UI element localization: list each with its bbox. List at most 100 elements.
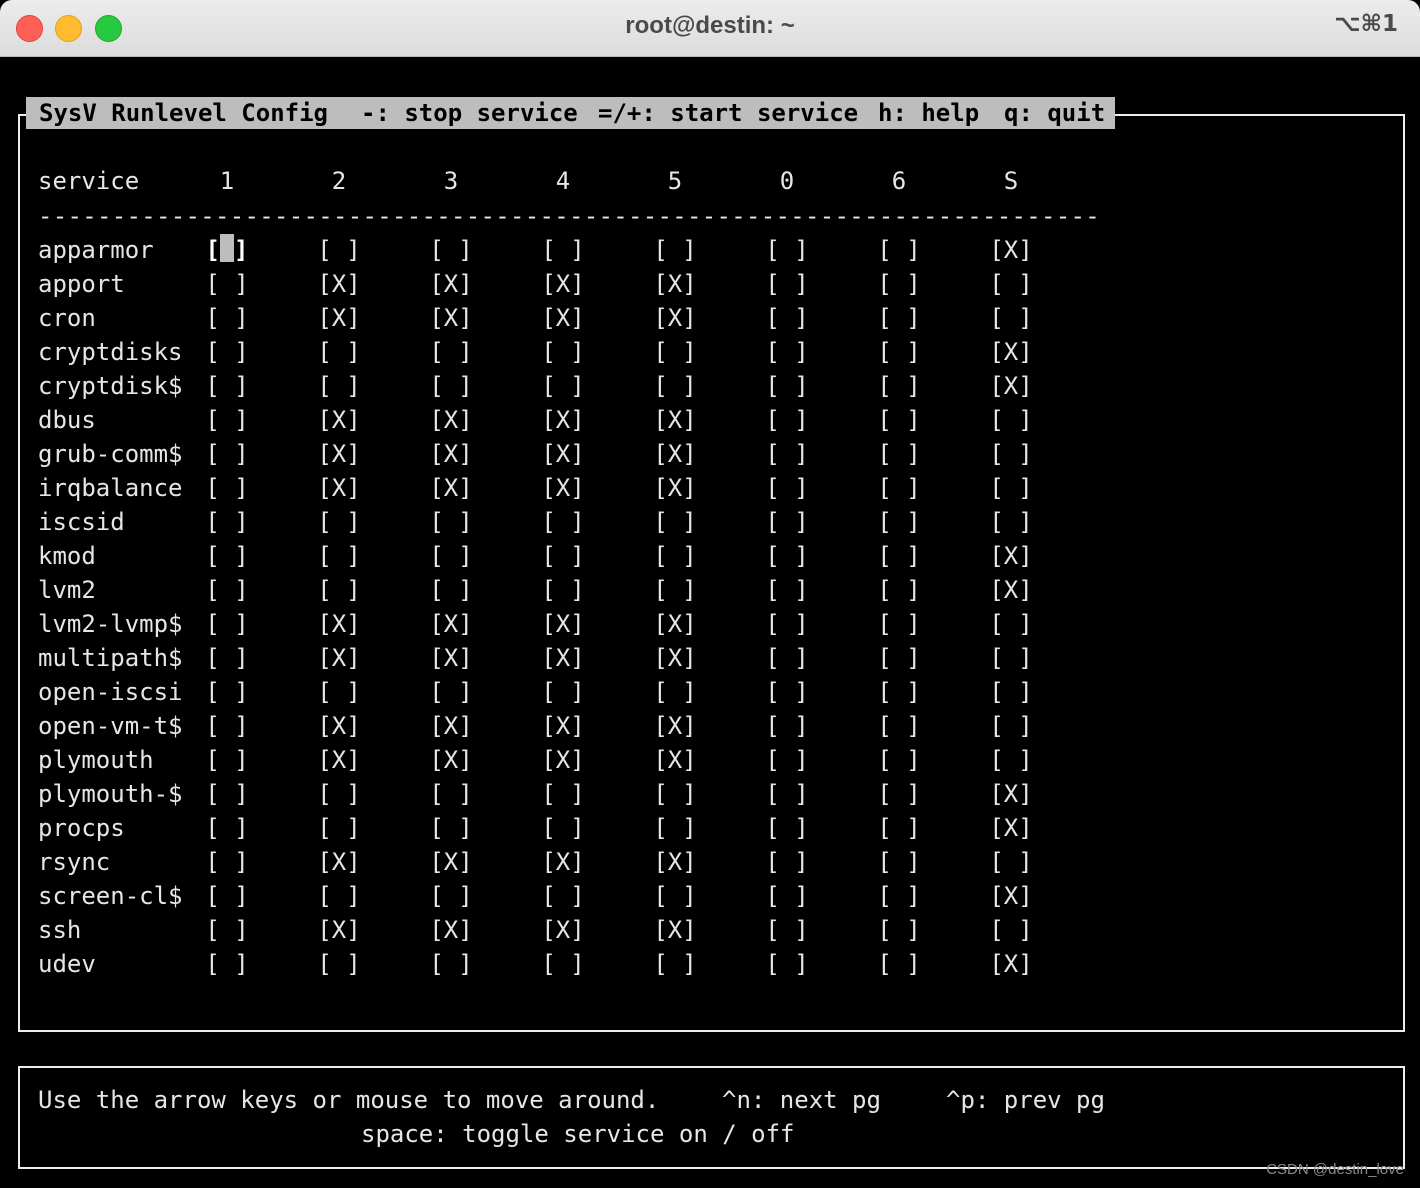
- runlevel-toggle-4[interactable]: [ ]: [533, 948, 593, 980]
- runlevel-toggle-6[interactable]: [ ]: [869, 234, 929, 266]
- runlevel-toggle-0[interactable]: [ ]: [757, 268, 817, 300]
- runlevel-toggle-6[interactable]: [ ]: [869, 812, 929, 844]
- runlevel-toggle-4[interactable]: [ ]: [533, 370, 593, 402]
- runlevel-toggle-2[interactable]: [ ]: [309, 778, 369, 810]
- runlevel-toggle-4[interactable]: [X]: [533, 846, 593, 878]
- runlevel-toggle-6[interactable]: [ ]: [869, 642, 929, 674]
- runlevel-toggle-4[interactable]: [X]: [533, 302, 593, 334]
- runlevel-toggle-4[interactable]: [ ]: [533, 336, 593, 368]
- runlevel-toggle-6[interactable]: [ ]: [869, 472, 929, 504]
- runlevel-toggle-6[interactable]: [ ]: [869, 540, 929, 572]
- runlevel-toggle-0[interactable]: [ ]: [757, 948, 817, 980]
- runlevel-toggle-5[interactable]: [ ]: [645, 948, 705, 980]
- runlevel-toggle-6[interactable]: [ ]: [869, 438, 929, 470]
- runlevel-toggle-2[interactable]: [X]: [309, 744, 369, 776]
- runlevel-toggle-6[interactable]: [ ]: [869, 676, 929, 708]
- runlevel-toggle-2[interactable]: [X]: [309, 268, 369, 300]
- runlevel-toggle-5[interactable]: [X]: [645, 744, 705, 776]
- runlevel-toggle-5[interactable]: [ ]: [645, 880, 705, 912]
- runlevel-toggle-1[interactable]: [ ]: [197, 404, 257, 436]
- runlevel-toggle-2[interactable]: [ ]: [309, 812, 369, 844]
- runlevel-toggle-4[interactable]: [ ]: [533, 540, 593, 572]
- runlevel-toggle-3[interactable]: [ ]: [421, 506, 481, 538]
- runlevel-toggle-0[interactable]: [ ]: [757, 778, 817, 810]
- runlevel-toggle-4[interactable]: [X]: [533, 608, 593, 640]
- runlevel-toggle-2[interactable]: [X]: [309, 438, 369, 470]
- runlevel-toggle-5[interactable]: [X]: [645, 642, 705, 674]
- runlevel-toggle-1[interactable]: [ ]: [197, 438, 257, 470]
- runlevel-toggle-5[interactable]: [X]: [645, 914, 705, 946]
- runlevel-toggle-6[interactable]: [ ]: [869, 846, 929, 878]
- runlevel-toggle-0[interactable]: [ ]: [757, 914, 817, 946]
- runlevel-toggle-S[interactable]: [ ]: [981, 608, 1041, 640]
- runlevel-toggle-4[interactable]: [X]: [533, 438, 593, 470]
- runlevel-toggle-S[interactable]: [ ]: [981, 642, 1041, 674]
- runlevel-toggle-6[interactable]: [ ]: [869, 506, 929, 538]
- runlevel-toggle-2[interactable]: [ ]: [309, 370, 369, 402]
- runlevel-toggle-0[interactable]: [ ]: [757, 642, 817, 674]
- runlevel-toggle-5[interactable]: [ ]: [645, 540, 705, 572]
- runlevel-toggle-0[interactable]: [ ]: [757, 234, 817, 266]
- runlevel-toggle-1[interactable]: [ ]: [197, 540, 257, 572]
- runlevel-toggle-3[interactable]: [ ]: [421, 234, 481, 266]
- runlevel-toggle-6[interactable]: [ ]: [869, 370, 929, 402]
- runlevel-toggle-3[interactable]: [X]: [421, 404, 481, 436]
- runlevel-toggle-4[interactable]: [ ]: [533, 778, 593, 810]
- runlevel-toggle-1[interactable]: [ ]: [197, 744, 257, 776]
- runlevel-toggle-S[interactable]: [X]: [981, 948, 1041, 980]
- runlevel-toggle-6[interactable]: [ ]: [869, 778, 929, 810]
- runlevel-toggle-6[interactable]: [ ]: [869, 574, 929, 606]
- runlevel-toggle-3[interactable]: [ ]: [421, 812, 481, 844]
- runlevel-toggle-1[interactable]: [ ]: [197, 574, 257, 606]
- runlevel-toggle-0[interactable]: [ ]: [757, 608, 817, 640]
- runlevel-toggle-1[interactable]: [ ]: [197, 506, 257, 538]
- runlevel-toggle-3[interactable]: [X]: [421, 472, 481, 504]
- runlevel-toggle-1[interactable]: [ ]: [197, 268, 257, 300]
- runlevel-toggle-4[interactable]: [ ]: [533, 880, 593, 912]
- runlevel-toggle-4[interactable]: [ ]: [533, 676, 593, 708]
- runlevel-toggle-1[interactable]: [ ]: [197, 914, 257, 946]
- runlevel-toggle-2[interactable]: [X]: [309, 846, 369, 878]
- runlevel-toggle-2[interactable]: [X]: [309, 710, 369, 742]
- runlevel-toggle-4[interactable]: [X]: [533, 472, 593, 504]
- runlevel-toggle-5[interactable]: [ ]: [645, 574, 705, 606]
- runlevel-toggle-3[interactable]: [ ]: [421, 336, 481, 368]
- runlevel-toggle-2[interactable]: [ ]: [309, 880, 369, 912]
- runlevel-toggle-4[interactable]: [ ]: [533, 812, 593, 844]
- runlevel-toggle-4[interactable]: [X]: [533, 404, 593, 436]
- runlevel-toggle-1[interactable]: [ ]: [197, 336, 257, 368]
- runlevel-toggle-S[interactable]: [ ]: [981, 302, 1041, 334]
- runlevel-toggle-3[interactable]: [X]: [421, 710, 481, 742]
- runlevel-toggle-4[interactable]: [X]: [533, 914, 593, 946]
- runlevel-toggle-S[interactable]: [ ]: [981, 506, 1041, 538]
- runlevel-toggle-4[interactable]: [X]: [533, 642, 593, 674]
- runlevel-toggle-1[interactable]: [ ]: [197, 778, 257, 810]
- runlevel-toggle-S[interactable]: [ ]: [981, 438, 1041, 470]
- runlevel-toggle-1[interactable]: []: [197, 234, 257, 266]
- runlevel-toggle-0[interactable]: [ ]: [757, 404, 817, 436]
- runlevel-toggle-S[interactable]: [ ]: [981, 744, 1041, 776]
- runlevel-toggle-3[interactable]: [ ]: [421, 370, 481, 402]
- runlevel-toggle-0[interactable]: [ ]: [757, 540, 817, 572]
- runlevel-toggle-0[interactable]: [ ]: [757, 506, 817, 538]
- runlevel-toggle-3[interactable]: [X]: [421, 846, 481, 878]
- runlevel-toggle-6[interactable]: [ ]: [869, 948, 929, 980]
- runlevel-toggle-2[interactable]: [ ]: [309, 574, 369, 606]
- runlevel-toggle-5[interactable]: [ ]: [645, 370, 705, 402]
- runlevel-toggle-S[interactable]: [ ]: [981, 710, 1041, 742]
- runlevel-toggle-3[interactable]: [ ]: [421, 880, 481, 912]
- runlevel-toggle-S[interactable]: [ ]: [981, 472, 1041, 504]
- runlevel-toggle-2[interactable]: [ ]: [309, 234, 369, 266]
- runlevel-toggle-6[interactable]: [ ]: [869, 336, 929, 368]
- runlevel-toggle-0[interactable]: [ ]: [757, 472, 817, 504]
- runlevel-toggle-4[interactable]: [ ]: [533, 574, 593, 606]
- runlevel-toggle-S[interactable]: [X]: [981, 778, 1041, 810]
- runlevel-toggle-2[interactable]: [X]: [309, 642, 369, 674]
- runlevel-toggle-0[interactable]: [ ]: [757, 574, 817, 606]
- runlevel-toggle-5[interactable]: [X]: [645, 710, 705, 742]
- runlevel-toggle-2[interactable]: [X]: [309, 404, 369, 436]
- runlevel-toggle-5[interactable]: [X]: [645, 268, 705, 300]
- title-bar[interactable]: root@destin: ~ ⌥⌘1: [0, 0, 1420, 57]
- runlevel-toggle-1[interactable]: [ ]: [197, 846, 257, 878]
- runlevel-toggle-6[interactable]: [ ]: [869, 914, 929, 946]
